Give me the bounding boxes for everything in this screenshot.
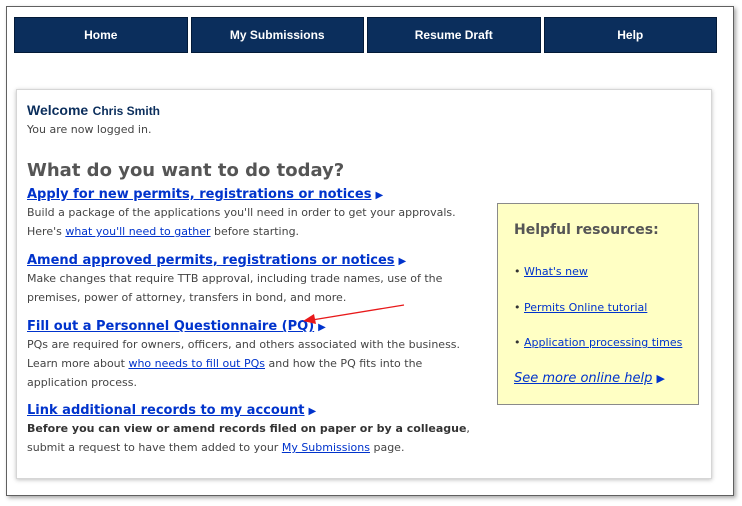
link-records-desc-suffix: page. (369, 441, 405, 454)
pq-desc-suffix: and how the PQ fits into the (265, 357, 423, 370)
pq-desc-prefix: Learn more about (27, 357, 129, 370)
arrow-right-icon: ▶ (318, 322, 326, 333)
link-records-desc-bold: Before you can view or amend records fil… (27, 422, 467, 435)
pq-description: PQs are required for owners, officers, a… (27, 335, 487, 392)
nav-help[interactable]: Help (543, 17, 717, 53)
nav-my-submissions[interactable]: My Submissions (190, 17, 364, 53)
apply-link[interactable]: Apply for new permits, registrations or … (27, 187, 371, 202)
who-needs-pq-link[interactable]: who needs to fill out PQs (128, 357, 265, 370)
welcome-prefix: Welcome (27, 102, 89, 118)
link-records-description: Before you can view or amend records fil… (27, 419, 487, 457)
helpful-resources-title: Helpful resources: (514, 222, 659, 238)
permits-tutorial-link[interactable]: Permits Online tutorial (524, 301, 647, 314)
pq-link[interactable]: Fill out a Personnel Questionnaire (PQ) (27, 319, 314, 334)
helpful-resources-box: Helpful resources: • What's new • Permit… (497, 203, 699, 405)
section-pq: Fill out a Personnel Questionnaire (PQ) ▶… (27, 315, 487, 392)
see-more-help-link[interactable]: See more online help (514, 371, 652, 386)
welcome-line: Welcome Chris Smith (27, 102, 160, 120)
link-records-desc-prefix: submit a request to have them added to y… (27, 441, 282, 454)
resource-item: • Permits Online tutorial (514, 301, 648, 314)
see-more-help: See more online help ▶ (514, 371, 665, 386)
link-records-desc-comma: , (466, 422, 470, 435)
processing-times-link[interactable]: Application processing times (524, 336, 682, 349)
resource-item: • Application processing times (514, 336, 683, 349)
section-amend: Amend approved permits, registrations or… (27, 249, 487, 307)
apply-desc-suffix: before starting. (210, 225, 300, 238)
whats-new-link[interactable]: What's new (524, 265, 588, 278)
pq-desc-line3: application process. (27, 376, 137, 389)
resource-item: • What's new (514, 265, 588, 278)
apply-desc-prefix: Here's (27, 225, 66, 238)
amend-description: Make changes that require TTB approval, … (27, 269, 487, 307)
user-name: Chris Smith (92, 104, 161, 118)
top-nav: Home My Submissions Resume Draft Help (14, 17, 717, 53)
arrow-right-icon: ▶ (656, 372, 665, 385)
section-apply: Apply for new permits, registrations or … (27, 183, 487, 241)
amend-desc-line2: premises, power of attorney, transfers i… (27, 291, 347, 304)
nav-resume-draft[interactable]: Resume Draft (367, 17, 541, 53)
page-heading: What do you want to do today? (27, 160, 345, 181)
amend-link[interactable]: Amend approved permits, registrations or… (27, 253, 395, 268)
my-submissions-link[interactable]: My Submissions (282, 441, 370, 454)
login-status: You are now logged in. (27, 123, 152, 136)
section-link-records: Link additional records to my account ▶ B… (27, 399, 487, 457)
apply-description: Build a package of the applications you'… (27, 203, 487, 241)
apply-desc-line1: Build a package of the applications you'… (27, 206, 456, 219)
link-records-link[interactable]: Link additional records to my account (27, 403, 305, 418)
arrow-right-icon: ▶ (375, 190, 384, 201)
pq-desc-line1: PQs are required for owners, officers, a… (27, 338, 461, 351)
nav-home[interactable]: Home (14, 17, 188, 53)
arrow-right-icon: ▶ (308, 406, 317, 417)
arrow-right-icon: ▶ (398, 256, 407, 267)
amend-desc-line1: Make changes that require TTB approval, … (27, 272, 443, 285)
what-to-gather-link[interactable]: what you'll need to gather (65, 225, 210, 238)
